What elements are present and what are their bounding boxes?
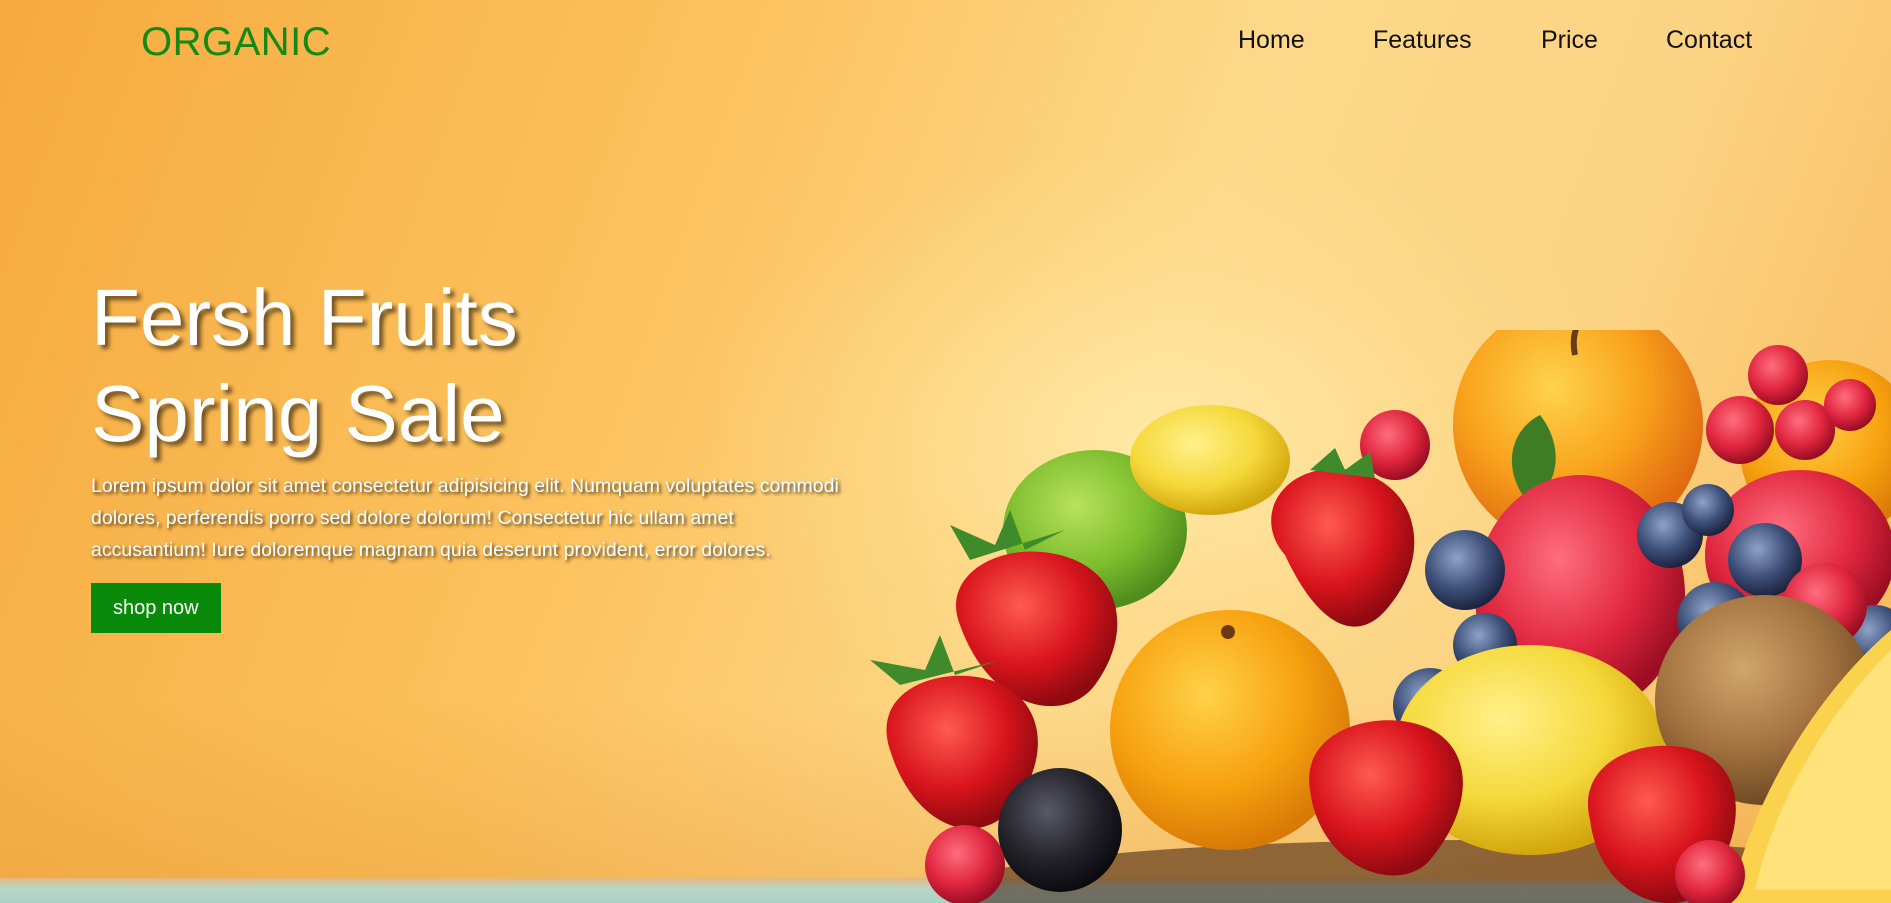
hero-title-line2: Spring Sale — [91, 369, 505, 458]
brand-logo[interactable]: ORGANIC — [141, 20, 331, 65]
nav-link-features[interactable]: Features — [1373, 26, 1472, 55]
hero-description: Lorem ipsum dolor sit amet consectetur a… — [91, 475, 839, 561]
shop-now-button[interactable]: shop now — [91, 583, 221, 633]
hero-title: Fersh Fruits Spring Sale — [91, 270, 851, 462]
fresh-fruits-image — [870, 330, 1891, 903]
nav-link-home[interactable]: Home — [1238, 26, 1305, 55]
nav-link-contact[interactable]: Contact — [1666, 26, 1752, 55]
hero-title-line1: Fersh Fruits — [91, 273, 518, 362]
top-navbar: ORGANIC Home Features Price Contact — [0, 0, 1891, 90]
nav-link-price[interactable]: Price — [1541, 26, 1598, 55]
hero-section: Fersh Fruits Spring Sale Lorem ipsum dol… — [91, 270, 851, 633]
